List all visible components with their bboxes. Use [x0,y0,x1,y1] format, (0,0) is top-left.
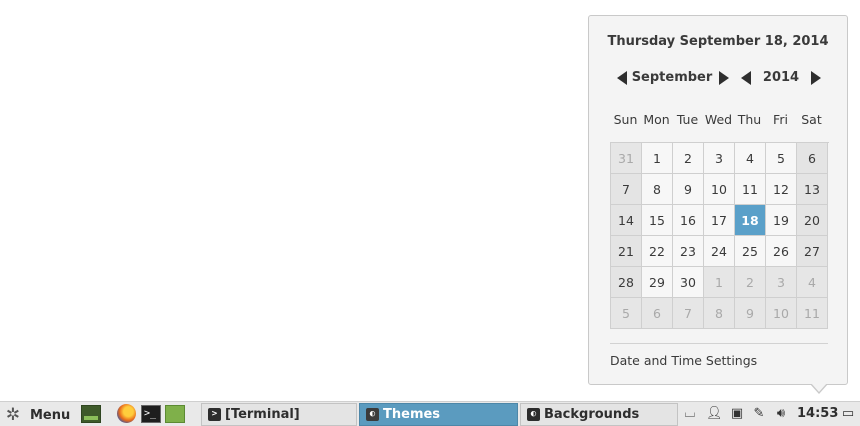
menu-label: Menu [30,407,71,423]
task-backgrounds[interactable]: ◐ Backgrounds [520,403,678,426]
next-year-button[interactable] [811,71,821,85]
calendar-day[interactable]: 31 [611,143,642,174]
calendar-day[interactable]: 8 [642,174,673,205]
clipboard-icon[interactable]: ▣ [729,406,745,422]
task-label: [Terminal] [225,407,300,422]
calendar-day[interactable]: 24 [704,236,735,267]
calendar-day[interactable]: 25 [735,236,766,267]
calendar-day[interactable]: 10 [766,298,797,329]
volume-icon[interactable]: 🔊︎ [773,406,789,422]
calendar-day[interactable]: 21 [611,236,642,267]
calendar-day[interactable]: 3 [766,267,797,298]
calendar-day[interactable]: 2 [673,143,704,174]
calendar-day[interactable]: 4 [797,267,828,298]
calendar-day[interactable]: 6 [797,143,828,174]
calendar-day[interactable]: 11 [735,174,766,205]
clock[interactable]: 14:53 [797,406,838,421]
calendar-day[interactable]: 30 [673,267,704,298]
show-desktop-icon[interactable] [81,405,101,423]
gear-icon: ✲ [5,405,21,425]
calendar-day[interactable]: 26 [766,236,797,267]
calendar-day[interactable]: 4 [735,143,766,174]
full-date-title: Thursday September 18, 2014 [607,34,829,49]
year-label: 2014 [762,70,800,85]
calendar-day[interactable]: 7 [611,174,642,205]
calendar-day[interactable]: 27 [797,236,828,267]
weekday-label: Sun [613,112,638,127]
calendar-day[interactable]: 29 [642,267,673,298]
calendar-day[interactable]: 1 [642,143,673,174]
network-icon[interactable]: ✎ [751,406,767,422]
calendar-day[interactable]: 10 [704,174,735,205]
menu-button[interactable]: ✲ Menu [4,405,70,425]
calendar-day[interactable]: 16 [673,205,704,236]
calendar-day[interactable]: 22 [642,236,673,267]
previous-month-button[interactable] [617,71,627,85]
weekday-label: Fri [773,112,788,127]
files-icon[interactable] [165,405,185,423]
divider [610,343,828,344]
month-label: September [631,70,713,85]
calendar-day[interactable]: 19 [766,205,797,236]
month-year-navigator: September 2014 [589,68,847,88]
next-month-button[interactable] [719,71,729,85]
notifications-icon[interactable]: ▭ [840,406,856,422]
task-terminal[interactable]: > [Terminal] [201,403,357,426]
calendar-day[interactable]: 2 [735,267,766,298]
calendar-day[interactable]: 11 [797,298,828,329]
calendar-day[interactable]: 3 [704,143,735,174]
firefox-icon[interactable] [117,404,136,423]
calendar-day[interactable]: 14 [611,205,642,236]
calendar-day[interactable]: 8 [704,298,735,329]
weekday-label: Sat [801,112,822,127]
task-label: Themes [383,407,441,422]
calendar-day[interactable]: 6 [642,298,673,329]
previous-year-button[interactable] [741,71,751,85]
weekday-label: Thu [737,112,762,127]
calendar-day[interactable]: 5 [766,143,797,174]
calendar-day[interactable]: 9 [673,174,704,205]
task-themes[interactable]: ◐ Themes [359,403,518,426]
terminal-icon: > [208,408,221,421]
backgrounds-icon: ◐ [527,408,540,421]
calendar-day-today[interactable]: 18 [735,205,766,236]
calendar-day[interactable]: 17 [704,205,735,236]
bottom-panel: ✲ Menu >_ > [Terminal] ◐ Themes ◐ Backgr… [0,401,860,426]
calendar-day[interactable]: 1 [704,267,735,298]
calendar-day[interactable]: 28 [611,267,642,298]
calendar-grid: 31 1 2 3 4 5 6 7 8 9 10 11 12 13 14 15 16 17 18 19 20 21 22 23 2… [610,142,829,329]
keyboard-icon[interactable]: ⌴ [682,406,698,422]
task-label: Backgrounds [544,407,640,422]
calendar-day[interactable]: 7 [673,298,704,329]
calendar-day[interactable]: 15 [642,205,673,236]
weekday-label: Mon [643,112,670,127]
themes-icon: ◐ [366,408,379,421]
weekday-label: Wed [704,112,733,127]
weekday-header: Sun Mon Tue Wed Thu Fri Sat [610,112,828,127]
user-icon[interactable]: 👤︎ [706,406,723,422]
calendar-day[interactable]: 20 [797,205,828,236]
date-time-settings-link[interactable]: Date and Time Settings [610,353,757,368]
calendar-day[interactable]: 13 [797,174,828,205]
calendar-day[interactable]: 5 [611,298,642,329]
calendar-popup: Thursday September 18, 2014 September 20… [588,15,848,385]
calendar-day[interactable]: 12 [766,174,797,205]
popup-pointer-fill [811,383,827,392]
weekday-label: Tue [676,112,699,127]
calendar-day[interactable]: 9 [735,298,766,329]
terminal-launcher-icon[interactable]: >_ [141,405,161,423]
calendar-day[interactable]: 23 [673,236,704,267]
